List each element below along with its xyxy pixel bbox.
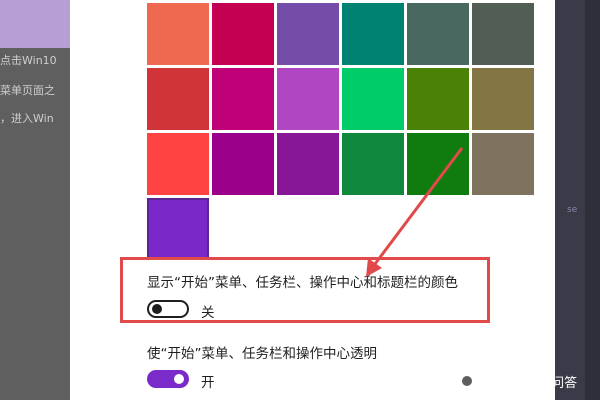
watermark: 头条 @悟空问答 — [457, 369, 597, 393]
arrow-shaft — [370, 147, 464, 269]
watermark-logo-icon — [457, 371, 477, 391]
watermark-text: 头条 @悟空问答 — [482, 375, 578, 391]
red-arrow-annotation — [366, 147, 464, 277]
arrow-head — [366, 258, 382, 277]
